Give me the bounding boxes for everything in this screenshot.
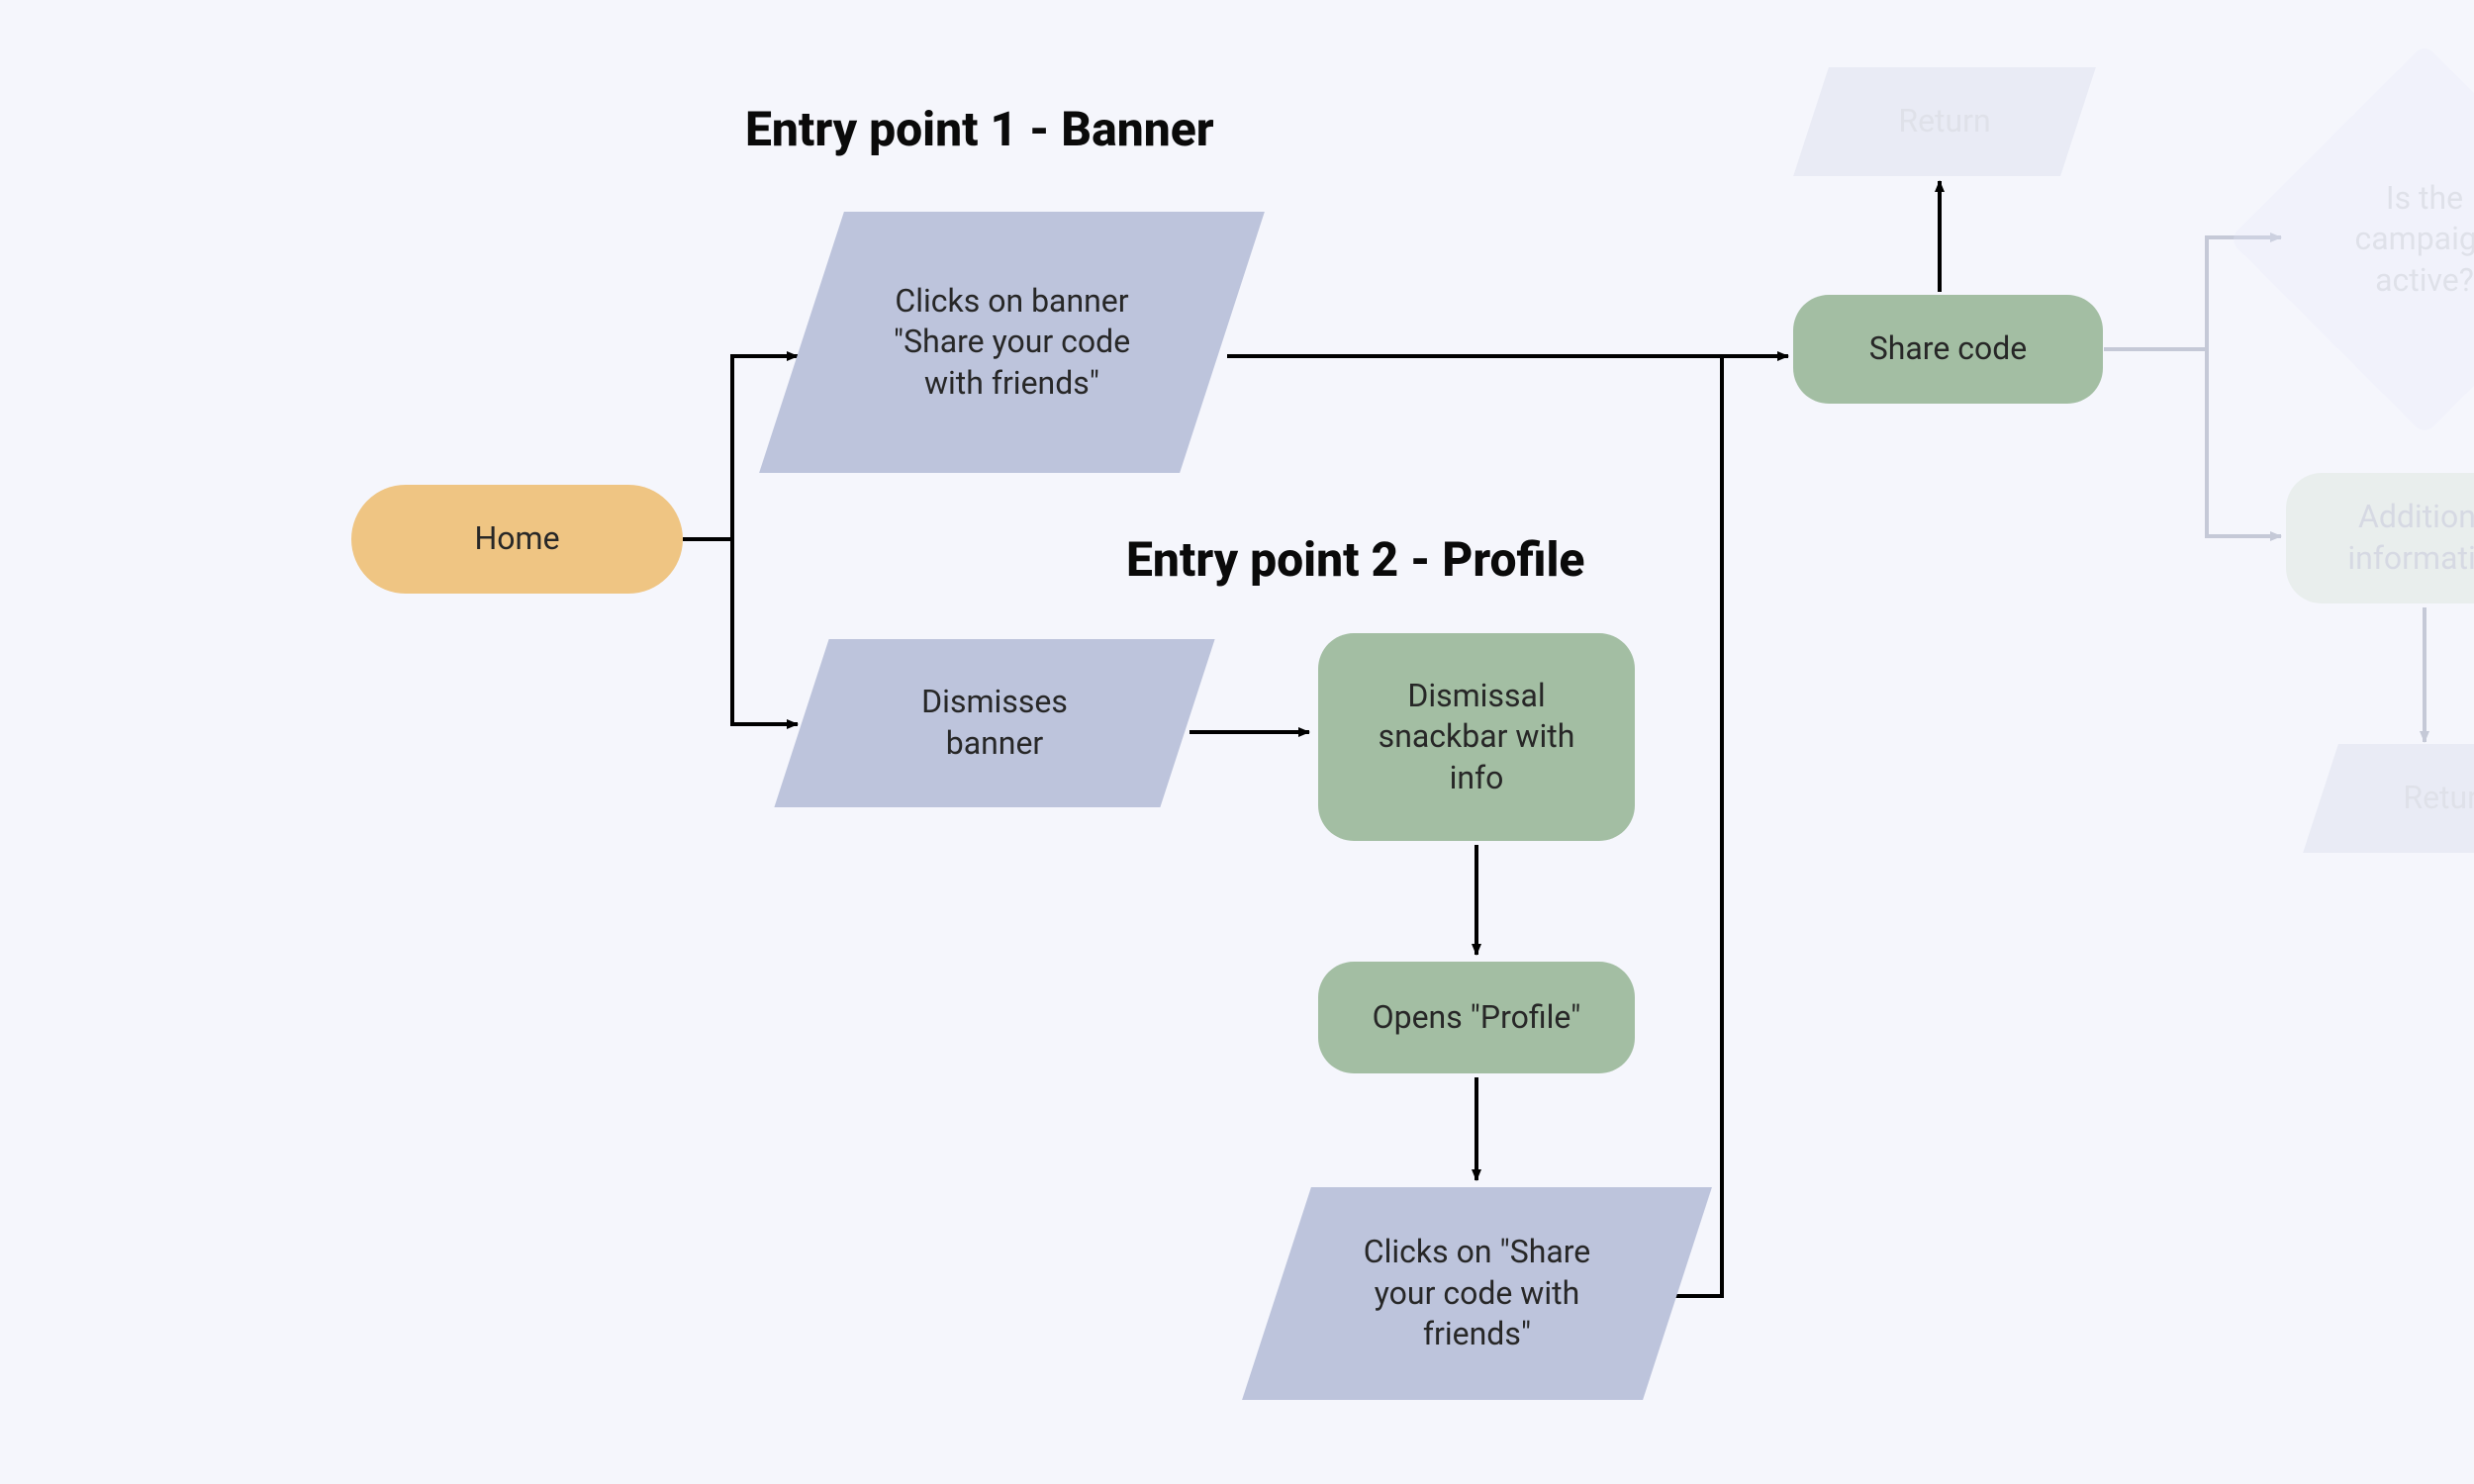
node-click-share-profile: Clicks on "Share your code with friends": [1277, 1187, 1677, 1400]
node-return-right: Return: [2321, 744, 2474, 853]
node-dismiss-banner: Dismisses banner: [802, 639, 1188, 807]
node-opens-profile: Opens "Profile": [1318, 962, 1635, 1073]
node-return-top-label: Return: [1898, 101, 1990, 142]
node-click-share-profile-label: Clicks on "Share your code with friends": [1334, 1232, 1621, 1355]
node-additional-information-label: Additional information: [2321, 497, 2474, 579]
node-opens-profile-label: Opens "Profile": [1373, 997, 1581, 1039]
node-home-terminator: Home: [351, 485, 683, 594]
node-campaign-active-label: Is the campaign active?: [2316, 178, 2474, 302]
node-return-right-label: Return: [2403, 778, 2474, 819]
node-home-label: Home: [474, 518, 559, 560]
node-dismissal-snackbar-label: Dismissal snackbar with info: [1363, 676, 1590, 799]
node-share-code-label: Share code: [1869, 328, 2028, 370]
node-dismiss-banner-label: Dismisses banner: [886, 682, 1103, 764]
node-click-banner-label: Clicks on banner "Share your code with f…: [869, 281, 1156, 405]
heading-entry-point-2: Entry point 2 - Profile: [1126, 531, 1584, 588]
node-campaign-active-decision: Is the campaign active?: [2286, 101, 2474, 378]
node-share-code: Share code: [1793, 295, 2103, 404]
node-click-banner: Clicks on banner "Share your code with f…: [802, 212, 1222, 473]
flowchart-canvas: Entry point 1 - Banner Entry point 2 - P…: [0, 0, 2474, 1484]
heading-entry-point-1: Entry point 1 - Banner: [745, 101, 1214, 157]
node-dismissal-snackbar: Dismissal snackbar with info: [1318, 633, 1635, 841]
node-return-top: Return: [1811, 67, 2078, 176]
node-additional-information: Additional information: [2286, 473, 2474, 603]
